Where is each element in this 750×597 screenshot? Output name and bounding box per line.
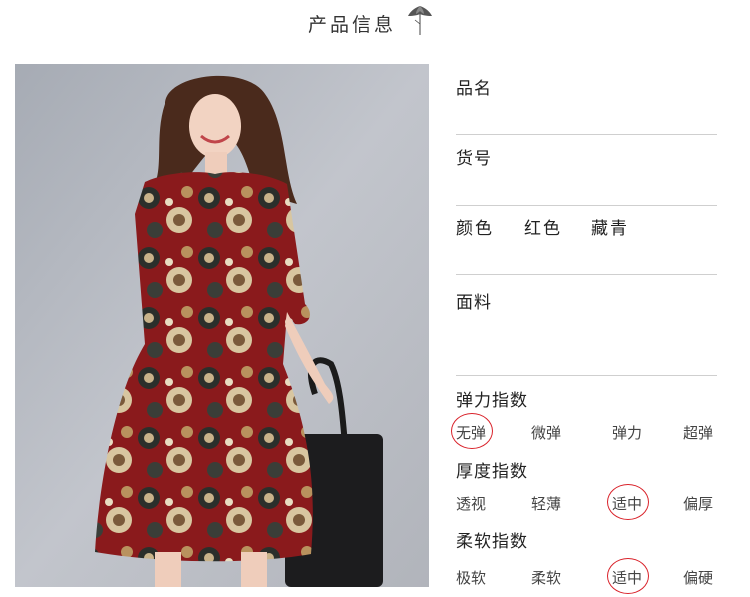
thickness-option: 轻薄 xyxy=(531,495,562,513)
thickness-option: 适中 xyxy=(612,495,643,513)
color-label: 颜色 xyxy=(456,219,494,239)
thickness-option: 透视 xyxy=(456,495,487,513)
thickness-index-title: 厚度指数 xyxy=(456,462,528,482)
elasticity-option: 微弹 xyxy=(531,424,562,442)
thickness-option: 偏厚 xyxy=(683,495,714,513)
sku-label: 货号 xyxy=(456,149,492,169)
divider xyxy=(456,205,717,206)
softness-option: 柔软 xyxy=(531,569,562,587)
elasticity-index-title: 弹力指数 xyxy=(456,391,528,411)
color-option-red[interactable]: 红色 xyxy=(524,214,562,239)
divider xyxy=(456,274,717,275)
elasticity-option: 无弹 xyxy=(456,424,487,442)
thickness-index-scale: 透视 轻薄 适中 偏厚 xyxy=(456,484,718,520)
softness-option: 适中 xyxy=(612,569,643,587)
section-title: 产品信息 xyxy=(308,14,397,36)
elasticity-option: 超弹 xyxy=(683,424,714,442)
softness-option: 偏硬 xyxy=(683,569,714,587)
fabric-label: 面料 xyxy=(456,293,492,313)
softness-index-title: 柔软指数 xyxy=(456,532,528,552)
section-header: 产品信息 xyxy=(0,0,750,48)
softness-index-scale: 极软 柔软 适中 偏硬 xyxy=(456,558,718,594)
elasticity-index-scale: 无弹 微弹 弹力 超弹 xyxy=(451,413,718,449)
elasticity-option: 弹力 xyxy=(612,424,643,442)
divider xyxy=(456,134,717,135)
divider xyxy=(456,375,717,376)
softness-option: 极软 xyxy=(456,569,487,587)
name-label: 品名 xyxy=(456,79,492,99)
product-photo xyxy=(15,64,429,587)
color-option-navy[interactable]: 藏青 xyxy=(591,214,629,239)
lotus-decoration-icon xyxy=(408,6,432,35)
